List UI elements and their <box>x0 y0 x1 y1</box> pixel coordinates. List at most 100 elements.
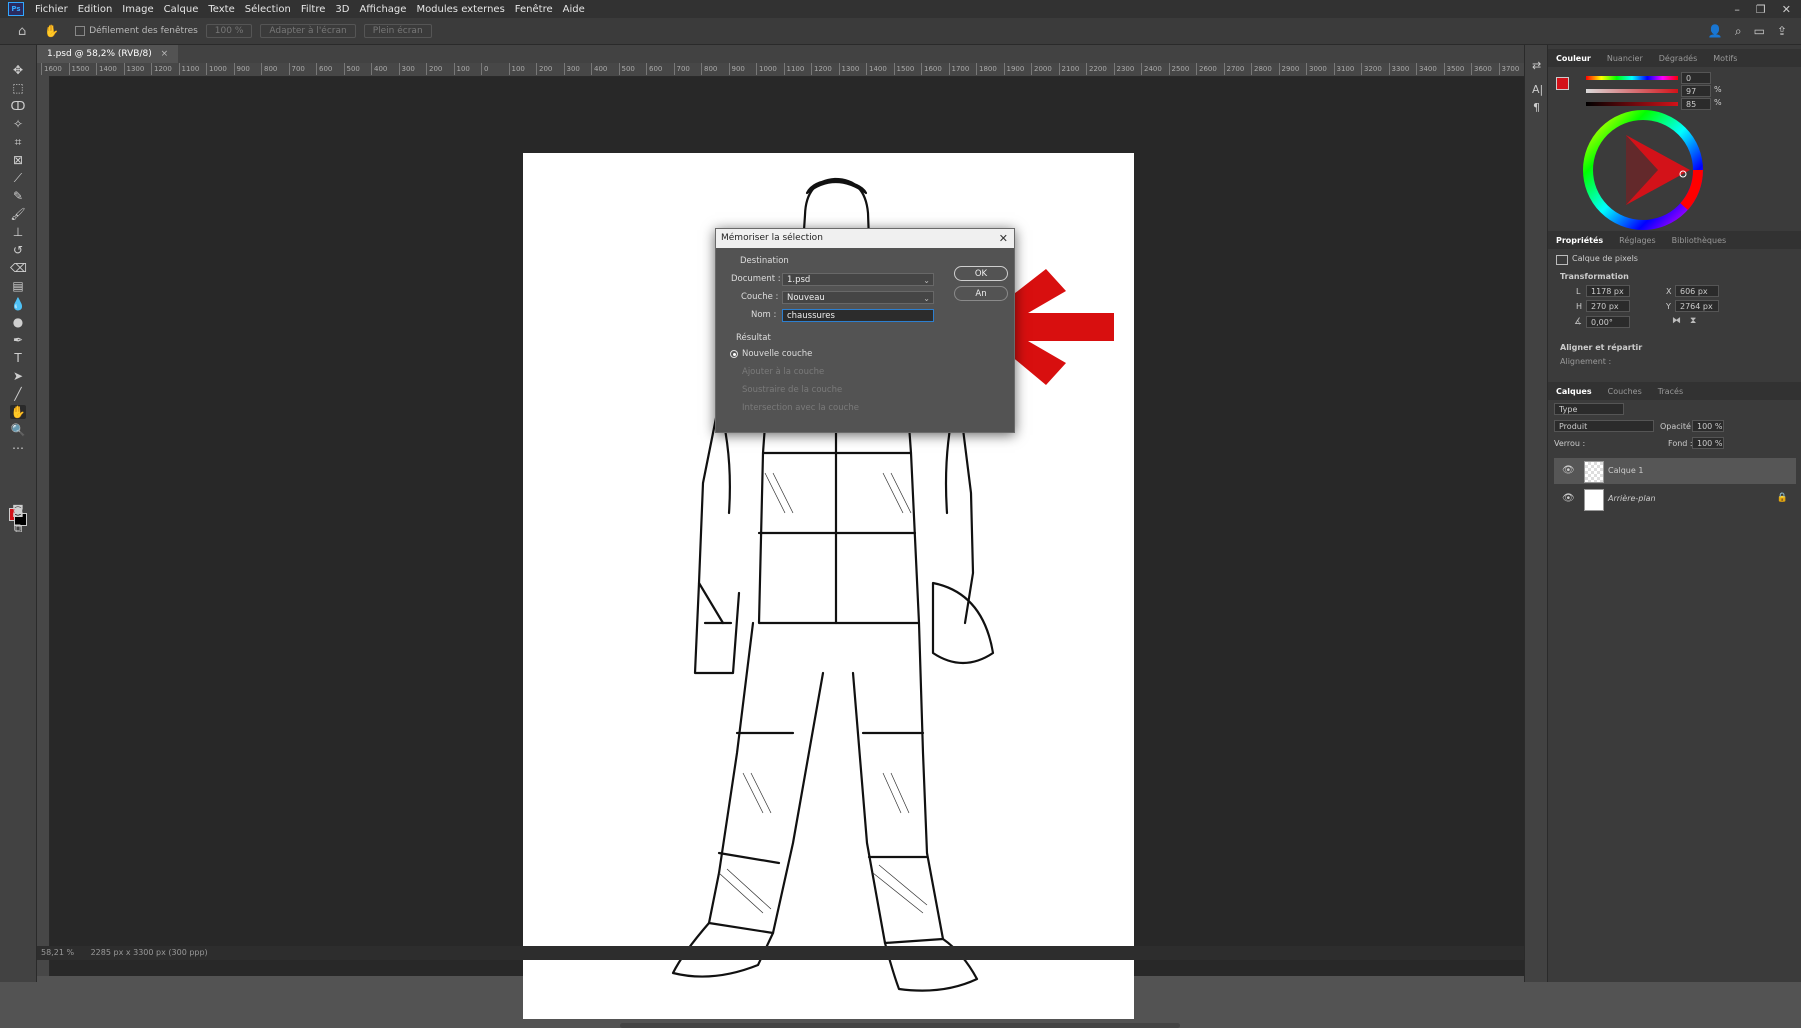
crop-tool-icon[interactable]: ⌗ <box>10 135 26 149</box>
hand-tool-icon-active[interactable]: ✋ <box>10 405 26 419</box>
line-tool-icon[interactable]: ╱ <box>10 387 26 401</box>
path-selection-tool-icon[interactable]: ➤ <box>10 369 26 383</box>
eyedropper-tool-icon[interactable]: ⟋ <box>10 171 26 185</box>
color-wheel[interactable] <box>1578 105 1708 235</box>
layer-name[interactable]: Arrière-plan <box>1608 494 1656 503</box>
align-header[interactable]: Aligner et répartir <box>1560 343 1642 352</box>
quick-mask-icon[interactable]: ◙ <box>10 503 26 517</box>
layer-row-arriere-plan[interactable]: 👁 Arrière-plan 🔒 <box>1554 486 1796 512</box>
transform-header[interactable]: Transformation <box>1560 272 1629 281</box>
healing-brush-tool-icon[interactable]: ✎ <box>10 189 26 203</box>
menu-calque[interactable]: Calque <box>159 4 204 15</box>
opacity-input[interactable]: 100 % <box>1692 420 1724 432</box>
menu-edition[interactable]: Edition <box>73 4 118 15</box>
layer-name[interactable]: Calque 1 <box>1608 466 1643 475</box>
document-tab[interactable]: 1.psd @ 58,2% (RVB/8) × <box>37 45 179 63</box>
restore-icon[interactable]: ❐ <box>1756 3 1766 16</box>
eye-icon[interactable]: 👁 <box>1562 493 1575 504</box>
menu-3d[interactable]: 3D <box>330 4 354 15</box>
menu-texte[interactable]: Texte <box>203 4 239 15</box>
eraser-tool-icon[interactable]: ⌫ <box>10 261 27 275</box>
flip-vertical-icon[interactable]: ⧗ <box>1690 316 1696 326</box>
tab-proprietes[interactable]: Propriétés <box>1548 236 1611 245</box>
menu-fichier[interactable]: Fichier <box>30 4 73 15</box>
x-input[interactable]: 606 px <box>1675 285 1719 297</box>
dialog-titlebar[interactable]: Mémoriser la sélection ✕ <box>716 229 1014 248</box>
fit-screen-button[interactable]: Adapter à l'écran <box>260 24 356 38</box>
saturation-slider[interactable] <box>1586 89 1678 93</box>
couche-select[interactable]: Nouveau ⌄ <box>782 291 934 304</box>
angle-input[interactable]: 0,00° <box>1586 316 1630 328</box>
tab-degrades[interactable]: Dégradés <box>1651 54 1706 63</box>
tab-reglages[interactable]: Réglages <box>1611 236 1664 245</box>
eye-icon[interactable]: 👁 <box>1562 465 1575 476</box>
history-panel-icon[interactable]: ⇄ <box>1532 59 1541 72</box>
magic-wand-tool-icon[interactable]: ✧ <box>10 117 26 131</box>
scroll-all-checkbox[interactable] <box>75 26 86 36</box>
zoom-100-button[interactable]: 100 % <box>205 24 253 38</box>
close-icon[interactable]: ✕ <box>1782 3 1791 16</box>
document-tab-close-icon[interactable]: × <box>161 49 169 59</box>
tab-couleur[interactable]: Couleur <box>1548 54 1599 63</box>
menu-fenetre[interactable]: Fenêtre <box>510 4 558 15</box>
search-icon[interactable]: ⌕ <box>1735 24 1742 39</box>
nouvelle-couche-radio[interactable] <box>730 350 738 358</box>
character-panel-icon[interactable]: A| <box>1532 83 1543 96</box>
tab-motifs[interactable]: Motifs <box>1705 54 1745 63</box>
canvas-area[interactable] <box>50 77 1567 1028</box>
height-input[interactable]: 270 px <box>1586 300 1630 312</box>
y-input[interactable]: 2764 px <box>1675 300 1719 312</box>
move-tool-icon[interactable]: ✥ <box>10 63 26 77</box>
tab-calques[interactable]: Calques <box>1548 387 1600 396</box>
paragraph-panel-icon[interactable]: ¶ <box>1533 101 1540 114</box>
pen-tool-icon[interactable]: ✒ <box>10 333 26 347</box>
type-tool-icon[interactable]: T <box>10 351 26 365</box>
layer-row-calque-1[interactable]: 👁 Calque 1 <box>1554 458 1796 484</box>
stamp-tool-icon[interactable]: ⊥ <box>10 225 26 239</box>
nouvelle-couche-label[interactable]: Nouvelle couche <box>742 349 812 359</box>
layer-filter-select[interactable]: Type <box>1554 403 1624 415</box>
fill-screen-button[interactable]: Plein écran <box>363 24 432 38</box>
cancel-button[interactable]: An <box>954 286 1008 301</box>
dialog-close-icon[interactable]: ✕ <box>999 229 1008 248</box>
tab-nuancier[interactable]: Nuancier <box>1599 54 1651 63</box>
blur-tool-icon[interactable]: 💧 <box>10 297 26 311</box>
horizontal-scrollbar[interactable] <box>620 1023 1180 1028</box>
blend-mode-select[interactable]: Produit <box>1554 420 1654 432</box>
zoom-tool-icon[interactable]: 🔍 <box>10 423 26 437</box>
flip-horizontal-icon[interactable]: ⧓ <box>1672 316 1681 326</box>
hue-value[interactable]: 0 <box>1681 72 1711 84</box>
frame-tool-icon[interactable]: ⊠ <box>10 153 26 167</box>
menu-affichage[interactable]: Affichage <box>354 4 411 15</box>
more-tools-icon[interactable]: ⋯ <box>10 441 26 455</box>
tab-bibliotheques[interactable]: Bibliothèques <box>1664 236 1735 245</box>
menu-filtre[interactable]: Filtre <box>296 4 331 15</box>
hand-tool-icon[interactable]: ✋ <box>44 24 59 38</box>
menu-image[interactable]: Image <box>117 4 158 15</box>
brush-tool-icon[interactable]: 🖌 <box>10 207 26 221</box>
hue-slider[interactable] <box>1586 76 1678 80</box>
tab-traces[interactable]: Tracés <box>1650 387 1691 396</box>
saturation-value[interactable]: 97 <box>1681 85 1711 97</box>
share-icon[interactable]: ⇪ <box>1777 24 1787 38</box>
menu-aide[interactable]: Aide <box>558 4 590 15</box>
dodge-tool-icon[interactable]: ● <box>10 315 26 329</box>
gradient-tool-icon[interactable]: ▤ <box>10 279 26 293</box>
photoshop-logo-icon[interactable]: Ps <box>8 2 24 16</box>
menu-modules-externes[interactable]: Modules externes <box>411 4 509 15</box>
width-input[interactable]: 1178 px <box>1586 285 1630 297</box>
fill-input[interactable]: 100 % <box>1692 437 1724 449</box>
document-select[interactable]: 1.psd ⌄ <box>782 273 934 286</box>
nom-input[interactable]: chaussures <box>782 309 934 322</box>
status-zoom[interactable]: 58,21 % <box>41 948 74 957</box>
share-user-icon[interactable]: 👤 <box>1708 24 1723 38</box>
lasso-tool-icon[interactable]: ↀ <box>10 99 26 113</box>
ok-button[interactable]: OK <box>954 266 1008 281</box>
tab-couches[interactable]: Couches <box>1600 387 1650 396</box>
color-fg-swatch[interactable] <box>1556 77 1569 90</box>
history-brush-tool-icon[interactable]: ↺ <box>10 243 26 257</box>
minimize-icon[interactable]: – <box>1734 3 1740 16</box>
workspace-icon[interactable]: ▭ <box>1754 24 1765 38</box>
menu-selection[interactable]: Sélection <box>240 4 296 15</box>
home-icon[interactable]: ⌂ <box>18 24 26 39</box>
